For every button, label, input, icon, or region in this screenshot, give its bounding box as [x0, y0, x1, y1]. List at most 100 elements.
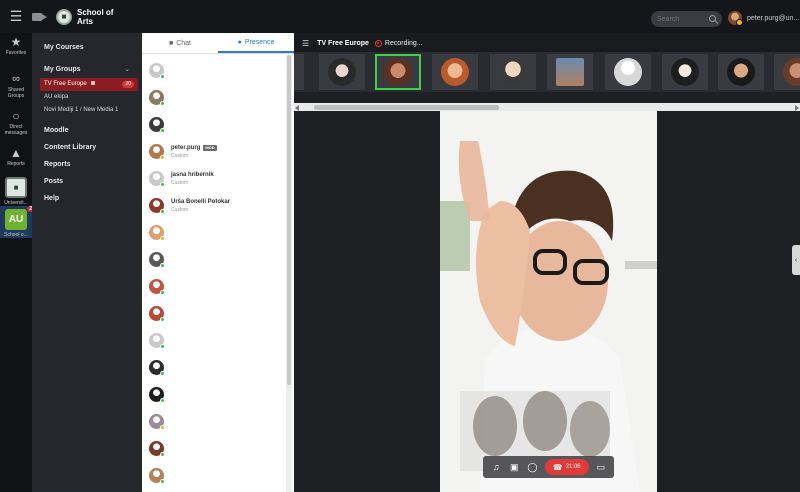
group-item-au-ekipa[interactable]: AU ekipa — [32, 91, 142, 104]
video-camera-icon[interactable] — [32, 12, 48, 22]
search-input[interactable] — [657, 15, 707, 23]
presence-item[interactable] — [142, 354, 294, 381]
user-name[interactable]: peter.purg@un... — [747, 15, 799, 22]
status-dot-icon — [160, 101, 165, 106]
presence-item[interactable] — [142, 57, 294, 84]
avatar[interactable] — [149, 117, 165, 133]
avatar[interactable] — [149, 441, 165, 457]
brand[interactable]: ■ School of Arts — [56, 8, 117, 26]
rail-item-favorites[interactable]: ★ Favorites — [0, 33, 32, 70]
camera-off-icon[interactable]: ▣ — [508, 461, 520, 473]
avatar[interactable] — [149, 63, 165, 79]
status-dot-icon — [160, 398, 165, 403]
nav-help[interactable]: Help — [32, 190, 142, 207]
presence-name: jasna hribernik — [171, 172, 214, 178]
participant-face — [671, 58, 699, 86]
avatar[interactable] — [149, 360, 165, 376]
participant-thumb-active[interactable] — [375, 54, 421, 90]
hamburger-menu-icon[interactable]: ☰ — [302, 39, 309, 48]
participant-thumb[interactable] — [605, 54, 651, 90]
participant-thumb[interactable] — [319, 54, 365, 90]
brand-name: School of Arts — [77, 7, 114, 26]
school-logo-icon: ■ — [56, 8, 72, 25]
nav-posts[interactable]: Posts — [32, 173, 142, 190]
group-item-tv-free-europe[interactable]: TV Free Europe 20 — [40, 78, 138, 91]
hang-up-button[interactable]: ☎ 21:06 — [544, 459, 589, 475]
avatar[interactable] — [149, 90, 165, 106]
rail-item-shared-groups[interactable]: ∞ Shared Groups — [0, 70, 32, 107]
participant-thumb[interactable] — [662, 54, 708, 90]
presence-item[interactable] — [142, 381, 294, 408]
presence-item[interactable]: jasna hribernik Custom — [142, 165, 294, 192]
presence-item[interactable] — [142, 219, 294, 246]
participant-thumb[interactable] — [774, 54, 800, 90]
presence-item[interactable] — [142, 273, 294, 300]
presence-item[interactable] — [142, 462, 294, 489]
avatar[interactable] — [149, 333, 165, 349]
presence-item[interactable] — [142, 300, 294, 327]
avatar[interactable] — [149, 306, 165, 322]
screen-share-icon[interactable]: ▭ — [595, 461, 607, 473]
participant-face — [614, 58, 642, 86]
presence-item[interactable] — [142, 435, 294, 462]
status-dot-icon — [160, 344, 165, 349]
tab-chat[interactable]: ■ Chat — [142, 33, 218, 53]
collapse-panel-tab[interactable]: ‹ — [792, 245, 800, 275]
chat-icon: ■ — [168, 39, 174, 47]
avatar[interactable] — [149, 279, 165, 295]
presence-item[interactable] — [142, 327, 294, 354]
lock-icon — [90, 81, 95, 85]
rail-item-school-of-arts[interactable]: AU 2 School o... — [0, 206, 34, 238]
presence-item[interactable]: peter.purg MOD Custom — [142, 138, 294, 165]
presence-scrollbar[interactable] — [286, 55, 292, 492]
avatar[interactable] — [149, 252, 165, 268]
avatar[interactable] — [149, 144, 165, 160]
participant-thumb[interactable] — [294, 54, 304, 90]
avatar[interactable] — [149, 414, 165, 430]
call-controls: ♫ ▣ ◯ ☎ 21:06 ▭ — [483, 456, 614, 478]
presence-item[interactable] — [142, 111, 294, 138]
tab-presence[interactable]: ● Presence — [218, 33, 294, 53]
nav-moodle[interactable]: Moodle — [32, 122, 142, 139]
speaker-icon[interactable]: ♫ — [490, 461, 502, 473]
conference-area: ☰ TV Free Europe Recording... ♫ ▣ ◯ ☎ 21… — [294, 33, 800, 492]
scrollbar-thumb[interactable] — [287, 55, 291, 385]
user-avatar[interactable] — [728, 11, 743, 26]
speaker-video-frame — [440, 111, 657, 492]
search-icon[interactable] — [709, 15, 716, 22]
presence-item[interactable] — [142, 84, 294, 111]
main-video[interactable] — [440, 111, 657, 492]
avatar[interactable] — [149, 387, 165, 403]
presence-item[interactable] — [142, 246, 294, 273]
nav-my-courses[interactable]: My Courses — [32, 39, 142, 56]
chevron-down-icon[interactable]: ⌄ — [124, 61, 130, 78]
avatar[interactable] — [149, 198, 165, 214]
presence-item[interactable] — [142, 408, 294, 435]
participant-thumb[interactable] — [490, 54, 536, 90]
rail-item-university[interactable]: ■ Universit... — [0, 174, 32, 206]
status-dot-icon — [160, 425, 165, 430]
status-dot-icon — [160, 479, 165, 484]
user-menu[interactable]: peter.purg@un... — [728, 11, 799, 26]
nav-label: Reports — [44, 161, 71, 168]
call-timer: 21:06 — [565, 464, 581, 470]
participant-thumb[interactable] — [432, 54, 478, 90]
search-box[interactable] — [651, 11, 722, 27]
avatar[interactable] — [149, 171, 165, 187]
hamburger-menu-icon[interactable]: ☰ — [0, 8, 32, 25]
nav-my-groups[interactable]: My Groups ⌄ — [32, 61, 142, 78]
presence-item[interactable]: Urša Bonelli Potokar Custom — [142, 192, 294, 219]
rail-item-direct-messages[interactable]: ○ Direct messages — [0, 107, 32, 144]
participant-thumb[interactable] — [547, 54, 593, 90]
avatar[interactable] — [149, 468, 165, 484]
nav-label: Posts — [44, 178, 64, 185]
participant-thumb[interactable] — [718, 54, 764, 90]
presence-name-text: jasna hribernik — [171, 171, 214, 178]
mic-off-icon[interactable]: ◯ — [526, 461, 538, 473]
nav-reports[interactable]: Reports — [32, 156, 142, 173]
avatar[interactable] — [149, 225, 165, 241]
scrollbar-thumb[interactable] — [314, 105, 499, 110]
rail-item-reports[interactable]: ▲ Reports — [0, 144, 32, 174]
nav-content-library[interactable]: Content Library — [32, 139, 142, 156]
group-item-new-media[interactable]: Novi Mediji 1 / New Media 1 — [32, 104, 142, 117]
